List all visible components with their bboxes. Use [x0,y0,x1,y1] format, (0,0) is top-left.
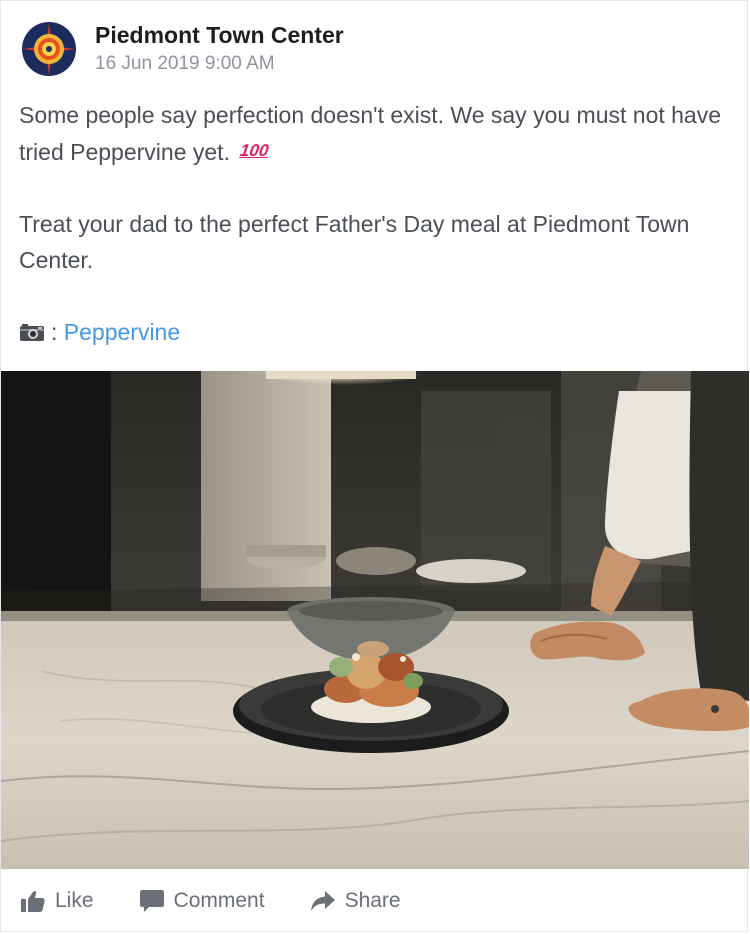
hundred-points-icon: 100 [239,141,271,160]
post-paragraph-2: Treat your dad to the perfect Father's D… [19,211,690,273]
share-label: Share [344,889,401,912]
post-meta: Piedmont Town Center 16 Jun 2019 9:00 AM [95,19,344,77]
comment-bubble-icon [139,890,164,912]
camera-icon [20,324,44,341]
thumbs-up-icon [21,891,45,912]
comment-label: Comment [173,889,265,912]
post-body: Some people say perfection doesn't exist… [19,97,729,350]
share-button[interactable]: Share [310,889,401,913]
peppervine-link[interactable]: Peppervine [64,319,180,345]
post-photo[interactable] [1,371,749,869]
post-header: Piedmont Town Center 16 Jun 2019 9:00 AM [19,19,344,79]
post-paragraph-1-text: Some people say perfection doesn't exist… [19,102,722,165]
post-paragraph-1: Some people say perfection doesn't exist… [19,97,729,170]
social-post-card: Piedmont Town Center 16 Jun 2019 9:00 AM… [0,0,749,933]
author-name[interactable]: Piedmont Town Center [95,21,344,49]
restaurant-dish-photo [1,371,749,869]
share-arrow-icon [310,891,335,911]
photo-credit: : Peppervine [19,314,729,350]
compass-rose-logo-icon [21,21,77,77]
like-button[interactable]: Like [21,889,94,913]
post-timestamp[interactable]: 16 Jun 2019 9:00 AM [95,51,344,77]
credit-separator: : [51,319,58,345]
post-actions: Like Comment Share [1,869,749,933]
comment-button[interactable]: Comment [139,889,265,913]
like-label: Like [55,889,94,912]
avatar[interactable] [19,19,79,79]
